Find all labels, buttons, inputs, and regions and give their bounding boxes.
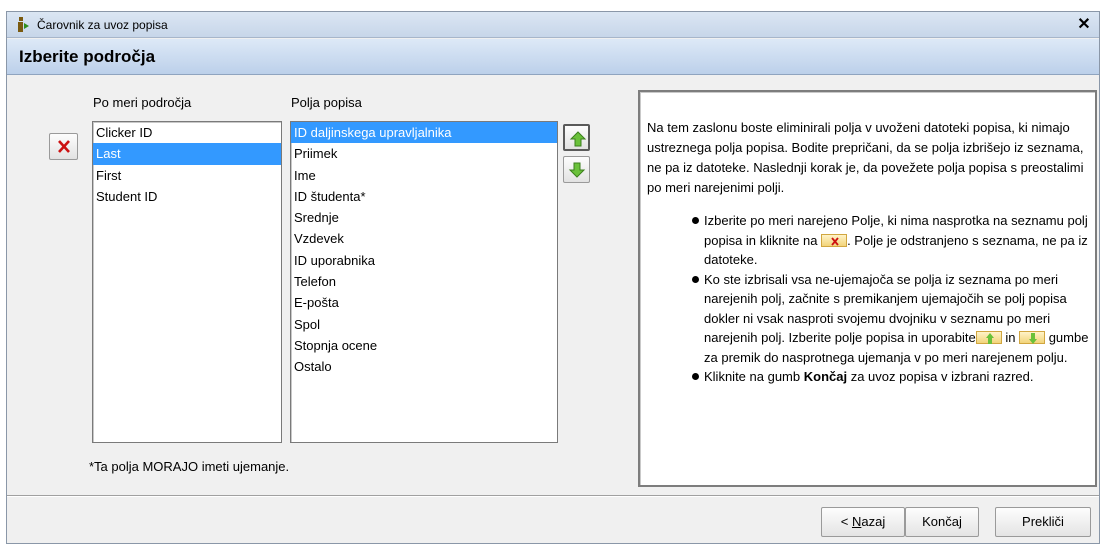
wizard-header: Izberite področja — [7, 39, 1099, 75]
list-item[interactable]: Student ID — [93, 186, 281, 207]
instruction-item: Ko ste izbrisali vsa ne-ujemajoča se pol… — [692, 270, 1092, 368]
roster-fields-label: Polja popisa — [291, 95, 362, 110]
bullet-icon — [692, 275, 699, 283]
window-title: Čarovnik za uvoz popisa — [37, 18, 168, 32]
instruction-item: Izberite po meri narejeno Polje, ki nima… — [692, 211, 1092, 270]
list-item[interactable]: Ime — [291, 165, 557, 186]
required-footnote: *Ta polja MORAJO imeti ujemanje. — [89, 459, 290, 474]
list-item[interactable]: Spol — [291, 314, 557, 335]
list-item[interactable]: Clicker ID — [93, 122, 281, 143]
info-icon — [15, 17, 29, 33]
bullet-icon — [692, 373, 699, 380]
list-item[interactable]: ID uporabnika — [291, 250, 557, 271]
list-item[interactable]: Srednje — [291, 207, 557, 228]
roster-fields-list[interactable]: ID daljinskega upravljalnika Priimek Ime… — [290, 121, 558, 443]
instruction-item: Kliknite na gumb Končaj za uvoz popisa v… — [692, 367, 1092, 387]
list-item[interactable]: First — [93, 165, 281, 186]
page-title: Izberite področja — [19, 47, 156, 66]
list-item[interactable]: Vzdevek — [291, 228, 557, 249]
list-item[interactable]: E-pošta — [291, 292, 557, 313]
list-item[interactable]: Ostalo — [291, 356, 557, 377]
list-item[interactable]: ID študenta* — [291, 186, 557, 207]
move-up-button[interactable] — [563, 124, 590, 151]
bullet-icon — [692, 217, 699, 224]
instructions-list: Izberite po meri narejeno Polje, ki nima… — [692, 211, 1092, 387]
custom-fields-label: Po meri področja — [93, 95, 192, 110]
red-x-icon — [821, 233, 848, 247]
move-down-button[interactable] — [563, 156, 590, 183]
green-up-arrow-icon — [569, 131, 587, 147]
green-down-arrow-icon — [1019, 331, 1046, 344]
list-item[interactable]: Priimek — [291, 143, 557, 164]
list-item[interactable]: ID daljinskega upravljalnika — [291, 122, 557, 144]
back-button[interactable]: < Nazaj — [821, 507, 905, 537]
list-item[interactable]: Stopnja ocene — [291, 335, 557, 356]
title-bar: Čarovnik za uvoz popisa ✕ — [7, 12, 1099, 38]
wizard-window: Čarovnik za uvoz popisa ✕ Izberite podro… — [6, 11, 1100, 544]
list-item[interactable]: Telefon — [291, 271, 557, 292]
cancel-button[interactable]: Prekliči — [995, 507, 1091, 537]
instructions-intro: Na tem zaslonu boste eliminirali polja v… — [647, 120, 1084, 195]
finish-button[interactable]: Končaj — [905, 507, 979, 537]
list-item[interactable]: Last — [93, 143, 281, 165]
close-icon[interactable]: ✕ — [1075, 16, 1093, 34]
custom-fields-list[interactable]: Clicker ID Last First Student ID — [92, 121, 282, 443]
green-up-arrow-icon — [975, 331, 1002, 344]
footer-divider — [7, 495, 1099, 497]
red-x-icon — [58, 140, 70, 153]
green-down-arrow-icon — [568, 162, 586, 178]
delete-field-button[interactable] — [49, 133, 78, 160]
instructions-panel: Na tem zaslonu boste eliminirali polja v… — [638, 90, 1097, 487]
